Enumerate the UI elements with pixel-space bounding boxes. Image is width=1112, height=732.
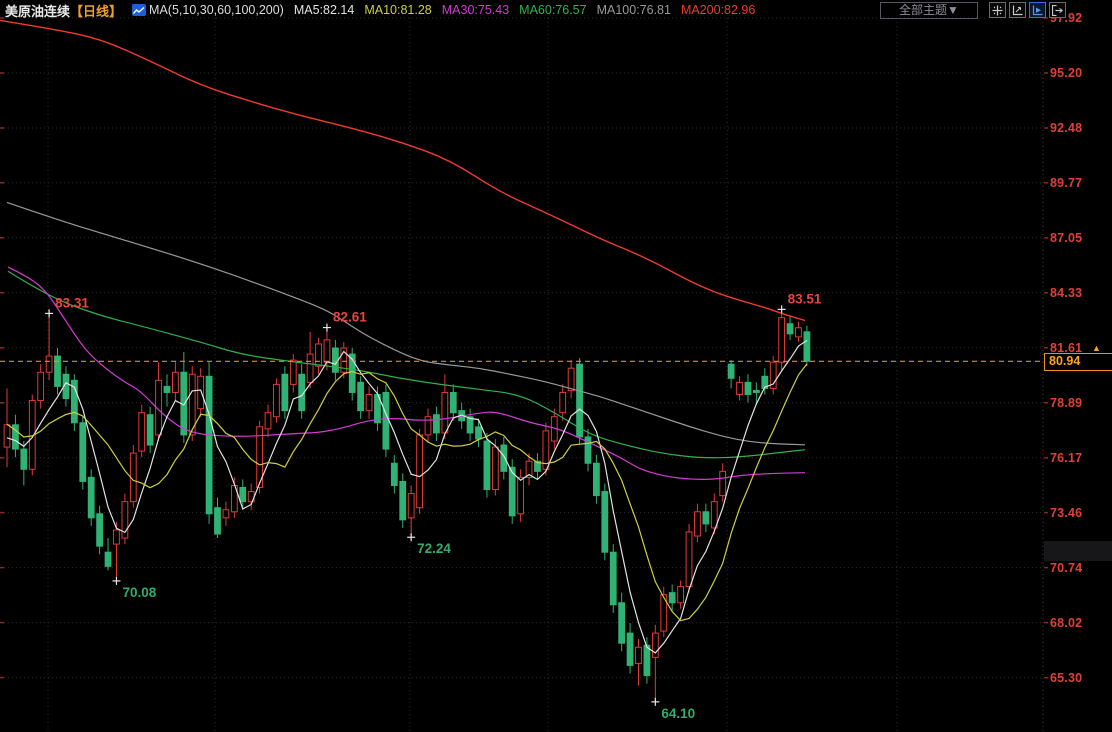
price-tick-label: 76.17 [1050, 450, 1083, 465]
price-annotation-low: 72.24 [417, 541, 451, 556]
exit-chart-icon[interactable] [1049, 2, 1066, 18]
price-annotation-low: 64.10 [661, 706, 695, 721]
price-annotation-high: 83.51 [788, 291, 822, 306]
instrument-title: 美原油连续 [5, 3, 71, 19]
price-tick-label: 92.48 [1050, 120, 1083, 135]
chart-window: 83.31 70.08 82.61 72.24 64.10 83.51 美原油连续 【日线… [0, 0, 1112, 732]
price-annotation-low: 70.08 [122, 585, 156, 600]
axis-pointer-icon[interactable] [1029, 2, 1046, 18]
price-tick-label: 70.74 [1050, 560, 1083, 575]
ma-value-ma30: MA30:75.43 [441, 3, 510, 17]
gridlines [0, 14, 1048, 732]
ma-line-ma5 [6, 339, 808, 654]
axis-shaded-span [1044, 541, 1112, 561]
ma-line-ma200 [0, 19, 806, 322]
price-tick-label: 65.30 [1050, 670, 1083, 685]
last-price-badge: 80.94 [1044, 353, 1112, 372]
ma-value-ma10: MA10:81.28 [364, 3, 432, 17]
ma-line-ma30 [7, 266, 806, 481]
price-tick-label: 87.05 [1050, 230, 1083, 245]
ma-settings-label: MA(5,10,30,60,100,200) [149, 3, 284, 17]
line-chart-icon [132, 4, 147, 16]
price-up-arrow-icon: ▲ [1092, 343, 1101, 354]
price-tick-label: 95.20 [1050, 65, 1083, 80]
price-tick-label: 73.46 [1050, 505, 1083, 520]
ma-value-ma100: MA100:76.81 [596, 3, 671, 17]
ma-values-group: MA5:82.14 MA10:81.28 MA30:75.43 MA60:76.57 M… [284, 1, 755, 19]
price-tick-label: 84.33 [1050, 285, 1083, 300]
ma-value-ma60: MA60:76.57 [519, 3, 587, 17]
candles [3, 309, 811, 702]
theme-dropdown[interactable]: 全部主题▼ [880, 1, 978, 19]
ma-value-ma200: MA200:82.96 [680, 3, 756, 17]
period-tag: 【日线】 [70, 3, 123, 19]
ma-line-ma60 [7, 270, 806, 459]
price-tick-label: 68.02 [1050, 615, 1083, 630]
price-annotation-high: 82.61 [333, 310, 367, 325]
ma-line-ma100 [6, 201, 806, 446]
axis-zoom-icon[interactable] [1009, 2, 1026, 18]
crosshair-move-icon[interactable] [989, 2, 1006, 18]
price-annotation-high: 83.31 [55, 295, 89, 310]
price-axis[interactable]: 97.92 95.20 92.48 89.77 87.05 84.33 81.61 78.89… [1044, 0, 1112, 732]
ma-value-ma5: MA5:82.14 [293, 3, 355, 17]
chart-header: 美原油连续 【日线】 MA(5,10,30,60,100,200) MA5:82… [0, 0, 1112, 20]
price-tick-label: 89.77 [1050, 175, 1083, 190]
price-tick-label: 78.89 [1050, 395, 1083, 410]
